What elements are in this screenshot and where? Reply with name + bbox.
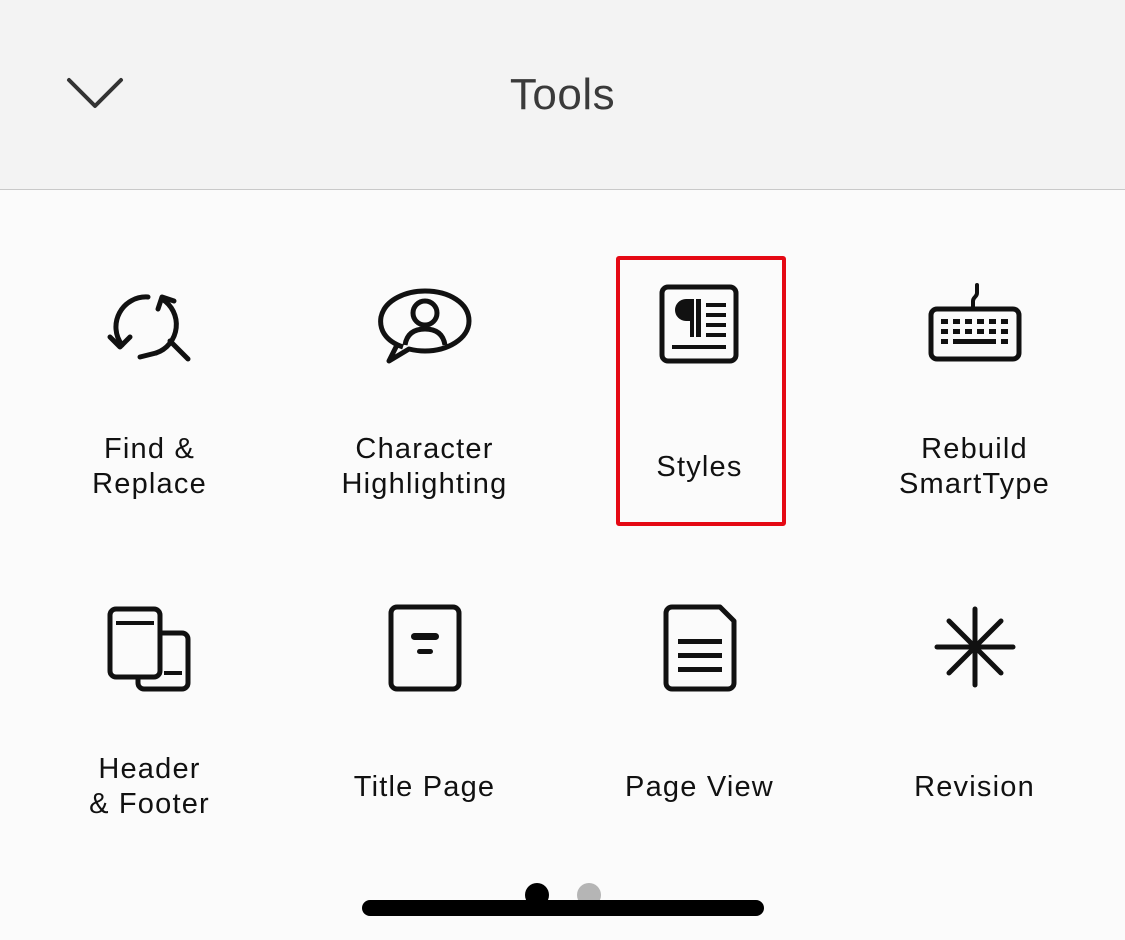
page-view-icon (663, 604, 736, 692)
tool-find-replace[interactable]: Find & Replace (12, 270, 287, 570)
tool-header-footer[interactable]: Header & Footer (12, 590, 287, 890)
home-indicator[interactable] (362, 900, 764, 916)
tool-label: Styles (656, 450, 743, 483)
tools-header: Tools (0, 0, 1125, 190)
header-footer-icon (107, 606, 190, 692)
styles-icon (659, 284, 738, 364)
tool-character-highlighting[interactable]: Character Highlighting (287, 270, 562, 570)
page-title: Tools (509, 70, 616, 119)
tool-label: Rebuild SmartType (898, 433, 1050, 500)
tool-styles[interactable]: Styles (562, 270, 837, 570)
keyboard-icon (928, 283, 1021, 362)
tool-label: Find & Replace (92, 433, 207, 500)
tool-rebuild-smarttype[interactable]: Rebuild SmartType (837, 270, 1112, 570)
tool-title-page[interactable]: Title Page (287, 590, 562, 890)
tool-revision[interactable]: Revision (837, 590, 1112, 890)
revision-asterisk-icon (934, 606, 1015, 688)
character-highlighting-icon (377, 288, 471, 364)
tool-label: Revision (914, 770, 1035, 803)
tool-label: Character Highlighting (341, 433, 508, 500)
tool-label: Title Page (353, 770, 496, 803)
tool-label: Page View (625, 770, 774, 803)
title-page-icon (388, 604, 461, 692)
tool-page-view[interactable]: Page View (562, 590, 837, 890)
tool-label: Header & Footer (89, 753, 210, 820)
find-replace-icon (107, 294, 190, 362)
